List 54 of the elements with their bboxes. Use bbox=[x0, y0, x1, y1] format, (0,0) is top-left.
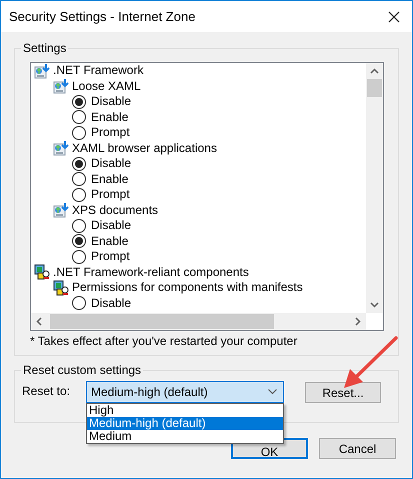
network-window-icon bbox=[53, 140, 69, 156]
scroll-thumb[interactable] bbox=[367, 79, 382, 97]
radio-button[interactable] bbox=[72, 110, 86, 124]
category-label: Loose XAML bbox=[72, 78, 141, 94]
vertical-scrollbar[interactable] bbox=[366, 63, 383, 313]
option-label: Enable bbox=[91, 234, 128, 249]
dropdown-option[interactable]: Medium-high (default) bbox=[87, 417, 283, 430]
category-label: XAML browser applications bbox=[72, 140, 217, 156]
option-label: Prompt bbox=[91, 249, 130, 264]
category-label: XPS documents bbox=[72, 202, 158, 218]
reset-button[interactable]: Reset... bbox=[305, 382, 381, 403]
option-label: Disable bbox=[91, 296, 132, 311]
network-window-icon bbox=[53, 202, 69, 218]
option-label: Prompt bbox=[91, 125, 130, 140]
chevron-icon bbox=[268, 389, 277, 395]
category-label: Permissions for components with manifests bbox=[72, 280, 303, 296]
field-label: Reset to: bbox=[22, 383, 72, 399]
category-label: .NET Framework-reliant components bbox=[53, 264, 249, 280]
settings-list[interactable] bbox=[30, 62, 384, 331]
category-label: .NET Framework bbox=[53, 63, 144, 78]
cancel-button[interactable]: Cancel bbox=[319, 438, 396, 459]
option-label: Enable bbox=[91, 110, 128, 125]
component-icon bbox=[34, 264, 50, 280]
scroll-left-icon[interactable] bbox=[36, 317, 42, 326]
radio-button[interactable] bbox=[72, 94, 86, 109]
scroll-right-icon[interactable] bbox=[355, 317, 361, 326]
option-label: Prompt bbox=[91, 187, 130, 202]
radio-button[interactable] bbox=[72, 188, 86, 202]
network-window-icon bbox=[53, 78, 69, 94]
radio-button[interactable] bbox=[72, 250, 86, 264]
scroll-down-icon[interactable] bbox=[370, 302, 379, 308]
option-label: Disable bbox=[91, 218, 132, 234]
restart-note: * Takes effect after you've restarted your computer bbox=[30, 333, 298, 349]
radio-button[interactable] bbox=[72, 218, 86, 233]
reset-level-dropdown[interactable]: Medium-high (default) bbox=[86, 381, 284, 403]
scroll-thumb[interactable] bbox=[50, 314, 274, 329]
close-icon bbox=[388, 10, 400, 22]
radio-button[interactable] bbox=[72, 234, 86, 248]
option-label: Disable bbox=[91, 156, 132, 172]
radio-button[interactable] bbox=[72, 156, 86, 171]
window-title: Security Settings - Internet Zone bbox=[9, 8, 196, 26]
radio-button[interactable] bbox=[72, 126, 86, 140]
group-label: Reset custom settings bbox=[21, 363, 144, 378]
option-label: Disable bbox=[91, 94, 132, 110]
option-label: Enable bbox=[91, 172, 128, 187]
radio-button[interactable] bbox=[72, 172, 86, 186]
component-icon bbox=[53, 280, 69, 296]
group-label: Settings bbox=[21, 41, 68, 56]
network-window-icon bbox=[34, 63, 50, 79]
arrow-annotation bbox=[342, 335, 400, 390]
horizontal-scrollbar[interactable] bbox=[31, 313, 366, 330]
dropdown-option[interactable]: High bbox=[87, 404, 283, 417]
radio-button[interactable] bbox=[72, 296, 86, 310]
scroll-up-icon[interactable] bbox=[370, 68, 379, 74]
